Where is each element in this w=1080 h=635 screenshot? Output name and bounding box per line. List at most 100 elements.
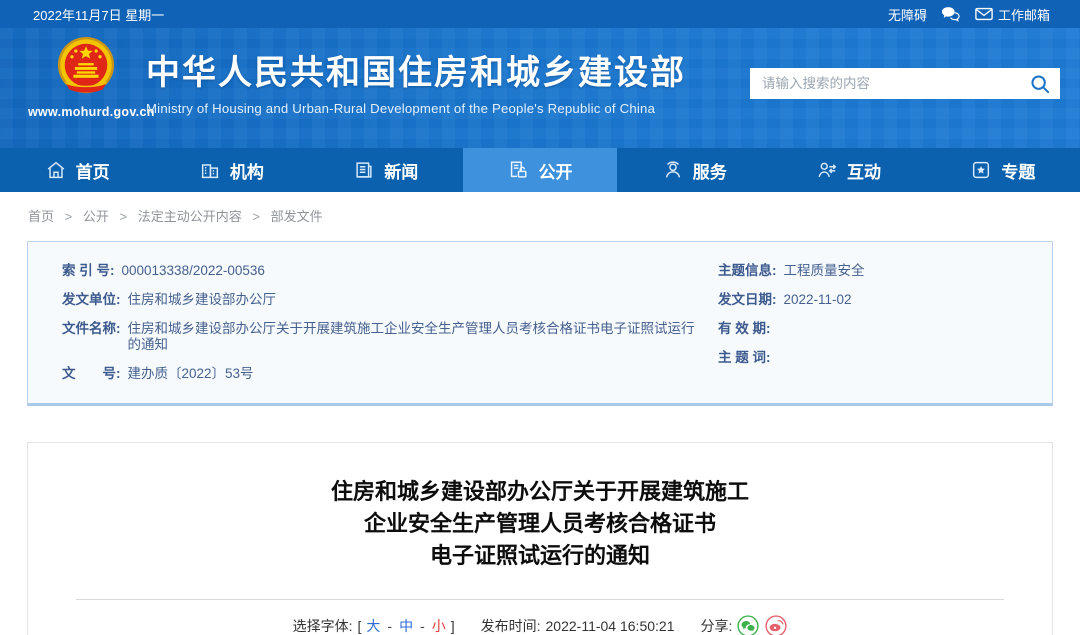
breadcrumb-home[interactable]: 首页 bbox=[28, 209, 54, 224]
document-meta-box: 索 引 号: 000013338/2022-00536 发文单位: 住房和城乡建… bbox=[27, 241, 1053, 406]
breadcrumb-separator: > bbox=[119, 209, 128, 224]
share-block: 分享: bbox=[700, 615, 787, 635]
meta-value: 住房和城乡建设部办公厅 bbox=[127, 292, 277, 307]
article-box: 住房和城乡建设部办公厅关于开展建筑施工 企业安全生产管理人员考核合格证书 电子证… bbox=[27, 442, 1053, 635]
site-url: www.mohurd.gov.cn bbox=[28, 105, 155, 119]
wechat-share-icon[interactable] bbox=[737, 615, 759, 635]
meta-label: 主题信息: bbox=[718, 263, 777, 278]
meta-value: 工程质量安全 bbox=[783, 263, 865, 278]
disclosure-icon bbox=[511, 161, 528, 178]
document-title-line: 电子证照试运行的通知 bbox=[429, 543, 650, 568]
meta-value: 建办质〔2022〕53号 bbox=[127, 366, 254, 381]
nav-item-home[interactable]: 首页 bbox=[0, 148, 154, 192]
nav-item-service[interactable]: 服务 bbox=[617, 148, 771, 192]
weibo-share-icon[interactable] bbox=[765, 615, 787, 635]
search-icon bbox=[1031, 74, 1050, 93]
title-divider bbox=[76, 599, 1004, 600]
breadcrumb: 首页 > 公开 > 法定主动公开内容 > 部发文件 bbox=[0, 192, 1080, 236]
nav-item-label: 公开 bbox=[538, 162, 573, 182]
meta-value: 000013338/2022-00536 bbox=[121, 263, 265, 278]
nav-item-label: 机构 bbox=[229, 162, 264, 182]
work-mailbox-link[interactable]: 工作邮箱 bbox=[975, 5, 1050, 24]
font-selector-dash: - bbox=[420, 618, 425, 634]
breadcrumb-separator: > bbox=[252, 209, 260, 224]
meta-label: 索 引 号: bbox=[62, 263, 115, 278]
meta-row-topic-info: 主题信息: 工程质量安全 bbox=[718, 263, 1018, 279]
meta-row-issuing-unit: 发文单位: 住房和城乡建设部办公厅 bbox=[62, 292, 698, 308]
site-logo[interactable]: www.mohurd.gov.cn bbox=[28, 35, 155, 119]
meta-row-issue-date: 发文日期: 2022-11-02 bbox=[718, 292, 1018, 308]
font-size-medium-button[interactable]: 中 bbox=[399, 616, 413, 635]
organization-icon bbox=[201, 164, 219, 179]
site-title-cn: 中华人民共和国住房和城乡建设部 bbox=[146, 54, 686, 92]
main-nav: 首页 机构 新闻 公开 服务 互动 专题 bbox=[0, 148, 1080, 192]
meta-left-column: 索 引 号: 000013338/2022-00536 发文单位: 住房和城乡建… bbox=[62, 263, 718, 395]
topics-icon bbox=[973, 161, 990, 179]
breadcrumb-statutory-content[interactable]: 法定主动公开内容 bbox=[138, 209, 242, 224]
font-selector-bracket: ] bbox=[450, 618, 455, 634]
document-title-line: 住房和城乡建设部办公厅关于开展建筑施工 bbox=[330, 479, 749, 504]
meta-label: 文 号: bbox=[62, 366, 121, 381]
meta-row-keywords: 主 题 词: bbox=[718, 350, 1018, 366]
meta-right-column: 主题信息: 工程质量安全 发文日期: 2022-11-02 有 效 期: 主 题… bbox=[718, 263, 1018, 395]
top-utility-bar: 2022年11月7日 星期一 无障碍 工作邮箱 bbox=[0, 0, 1080, 28]
site-title-block: 中华人民共和国住房和城乡建设部 Ministry of Housing and … bbox=[146, 45, 686, 116]
article-meta-row: 选择字体: [ 大 - 中 - 小 ] 发布时间: 2022-11-04 16:… bbox=[28, 615, 1052, 635]
font-size-selector: 选择字体: [ 大 - 中 - 小 ] bbox=[293, 616, 455, 635]
site-search bbox=[750, 68, 1060, 99]
meta-label: 发文日期: bbox=[718, 292, 777, 307]
work-mailbox-label: 工作邮箱 bbox=[997, 7, 1050, 23]
nav-item-interaction[interactable]: 互动 bbox=[771, 148, 925, 192]
publish-time-value: 2022-11-04 16:50:21 bbox=[545, 618, 675, 634]
meta-row-validity: 有 效 期: bbox=[718, 321, 1018, 337]
nav-item-news[interactable]: 新闻 bbox=[309, 148, 463, 192]
nav-item-label: 专题 bbox=[1001, 162, 1036, 182]
share-label: 分享: bbox=[700, 618, 733, 634]
font-selector-label: 选择字体: bbox=[292, 618, 353, 634]
site-banner: www.mohurd.gov.cn 中华人民共和国住房和城乡建设部 Minist… bbox=[0, 28, 1080, 148]
breadcrumb-disclosure[interactable]: 公开 bbox=[83, 209, 109, 224]
accessibility-link[interactable]: 无障碍 bbox=[888, 5, 927, 24]
meta-label: 有 效 期: bbox=[718, 321, 771, 336]
topbar-links: 无障碍 工作邮箱 bbox=[888, 5, 1050, 24]
meta-value: 住房和城乡建设部办公厅关于开展建筑施工企业安全生产管理人员考核合格证书电子证照试… bbox=[127, 321, 695, 352]
accessibility-link-label: 无障碍 bbox=[887, 7, 927, 23]
meta-label: 文件名称: bbox=[62, 321, 121, 336]
nav-item-disclosure[interactable]: 公开 bbox=[462, 148, 618, 192]
interaction-icon bbox=[818, 162, 837, 178]
meta-label: 主 题 词: bbox=[718, 350, 771, 365]
font-selector-bracket: [ bbox=[357, 618, 362, 634]
nav-item-organization[interactable]: 机构 bbox=[154, 148, 308, 192]
meta-row-document-number: 文 号: 建办质〔2022〕53号 bbox=[62, 366, 698, 382]
envelope-icon bbox=[975, 7, 993, 21]
service-icon bbox=[665, 161, 680, 178]
breadcrumb-separator: > bbox=[64, 209, 73, 224]
meta-row-document-name: 文件名称: 住房和城乡建设部办公厅关于开展建筑施工企业安全生产管理人员考核合格证… bbox=[62, 321, 698, 353]
breadcrumb-ministry-documents[interactable]: 部发文件 bbox=[271, 209, 323, 224]
meta-row-index-number: 索 引 号: 000013338/2022-00536 bbox=[62, 263, 698, 279]
nav-item-topics[interactable]: 专题 bbox=[926, 148, 1080, 192]
share-icons bbox=[737, 615, 787, 635]
font-size-large-button[interactable]: 大 bbox=[366, 616, 380, 635]
nav-item-label: 首页 bbox=[75, 162, 110, 182]
home-icon bbox=[47, 161, 64, 179]
page: 2022年11月7日 星期一 无障碍 工作邮箱 www.mohurd.gov.c… bbox=[0, 0, 1080, 635]
site-title-en: Ministry of Housing and Urban-Rural Deve… bbox=[146, 101, 656, 116]
search-input[interactable] bbox=[762, 76, 1030, 91]
font-selector-dash: - bbox=[387, 618, 393, 634]
current-date: 2022年11月7日 星期一 bbox=[33, 7, 165, 23]
font-size-small-button[interactable]: 小 bbox=[432, 616, 446, 635]
publish-time-label: 发布时间: bbox=[480, 618, 541, 634]
search-button[interactable] bbox=[1030, 74, 1050, 94]
nav-item-label: 服务 bbox=[692, 162, 727, 182]
news-icon bbox=[356, 162, 372, 178]
nav-item-label: 新闻 bbox=[384, 162, 419, 182]
publish-time-block: 发布时间: 2022-11-04 16:50:21 bbox=[481, 616, 675, 635]
national-emblem-icon bbox=[57, 36, 115, 94]
meta-value: 2022-11-02 bbox=[783, 292, 852, 307]
nav-item-label: 互动 bbox=[847, 162, 882, 182]
meta-label: 发文单位: bbox=[62, 292, 121, 307]
document-title: 住房和城乡建设部办公厅关于开展建筑施工 企业安全生产管理人员考核合格证书 电子证… bbox=[28, 476, 1052, 572]
chat-bubbles-icon[interactable] bbox=[941, 6, 961, 22]
document-title-line: 企业安全生产管理人员考核合格证书 bbox=[363, 511, 716, 536]
